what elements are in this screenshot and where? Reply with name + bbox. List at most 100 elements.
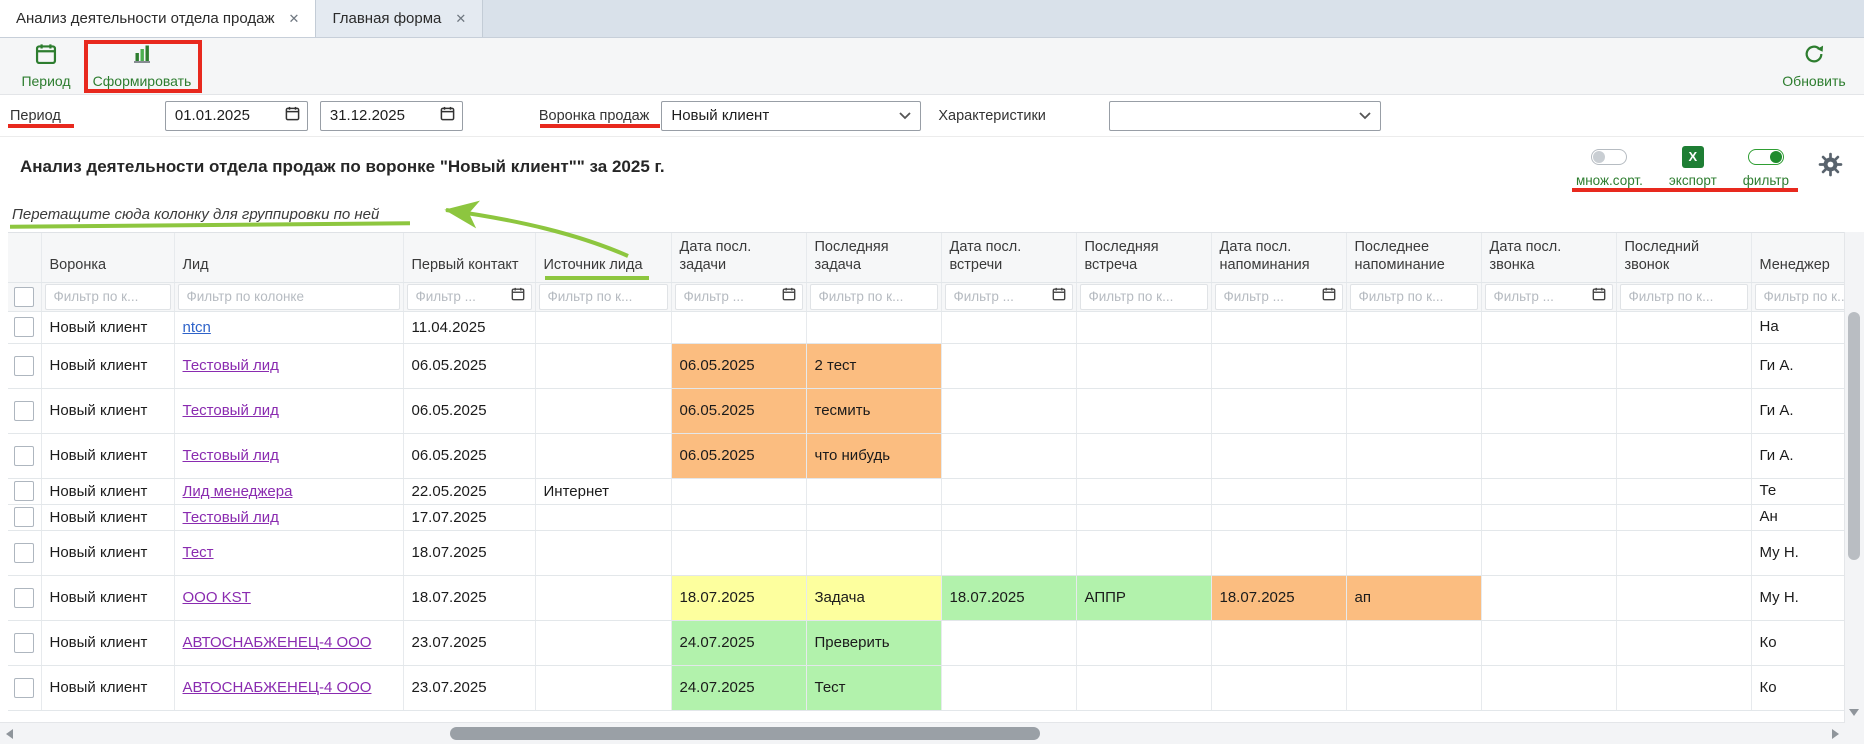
tab-main-form[interactable]: Главная форма ✕ (316, 0, 483, 37)
cell-manager[interactable]: Му Н. (1751, 530, 1845, 575)
cell-first-contact[interactable]: 17.07.2025 (403, 504, 535, 530)
cell-task[interactable]: Тест (806, 665, 941, 710)
cell-task-date[interactable]: 06.05.2025 (671, 433, 806, 478)
cell-funnel[interactable]: Новый клиент (41, 311, 174, 343)
lead-link[interactable]: ООО KST (183, 589, 251, 606)
horizontal-scrollbar-thumb[interactable] (450, 727, 1040, 740)
cell-first-contact[interactable]: 22.05.2025 (403, 478, 535, 504)
cell-first-contact[interactable]: 06.05.2025 (403, 343, 535, 388)
calendar-icon[interactable] (511, 287, 525, 306)
table-row[interactable]: Новый клиент Тестовый лид 06.05.2025 06.… (8, 388, 1845, 433)
header-meeting[interactable]: Последняя встреча (1076, 233, 1211, 282)
filter-call-date-input[interactable] (1492, 288, 1592, 305)
cell-task-date[interactable]: 24.07.2025 (671, 665, 806, 710)
select-all-checkbox[interactable] (14, 287, 34, 307)
row-checkbox[interactable] (14, 588, 34, 608)
cell-call-date[interactable] (1481, 343, 1616, 388)
table-row[interactable]: Новый клиент Тестовый лид 06.05.2025 06.… (8, 433, 1845, 478)
cell-reminder[interactable] (1346, 433, 1481, 478)
filter-reminder-date-input[interactable] (1222, 288, 1322, 305)
cell-reminder-date[interactable] (1211, 620, 1346, 665)
cell-reminder[interactable] (1346, 343, 1481, 388)
cell-manager[interactable]: Ги А. (1751, 388, 1845, 433)
date-from-input[interactable] (165, 101, 308, 131)
cell-first-contact[interactable]: 06.05.2025 (403, 433, 535, 478)
cell-call[interactable] (1616, 530, 1751, 575)
cell-call[interactable] (1616, 620, 1751, 665)
scroll-left-arrow-icon[interactable] (6, 729, 13, 739)
close-icon[interactable]: ✕ (455, 11, 466, 27)
cell-reminder-date[interactable] (1211, 504, 1346, 530)
cell-call[interactable] (1616, 575, 1751, 620)
cell-source[interactable] (535, 665, 671, 710)
cell-reminder-date[interactable] (1211, 665, 1346, 710)
row-checkbox[interactable] (14, 446, 34, 466)
cell-first-contact[interactable]: 23.07.2025 (403, 620, 535, 665)
filter-meeting-date-input[interactable] (952, 288, 1052, 305)
cell-reminder[interactable] (1346, 311, 1481, 343)
scroll-down-arrow-icon[interactable] (1849, 709, 1859, 716)
cell-task[interactable]: тесмить (806, 388, 941, 433)
cell-source[interactable] (535, 433, 671, 478)
cell-source[interactable] (535, 530, 671, 575)
cell-task[interactable]: что нибудь (806, 433, 941, 478)
calendar-icon[interactable] (782, 287, 796, 306)
cell-task-date[interactable]: 24.07.2025 (671, 620, 806, 665)
generate-button[interactable]: Сформировать (86, 41, 198, 91)
cell-meeting[interactable] (1076, 478, 1211, 504)
cell-funnel[interactable]: Новый клиент (41, 504, 174, 530)
cell-call[interactable] (1616, 388, 1751, 433)
cell-funnel[interactable]: Новый клиент (41, 433, 174, 478)
cell-source[interactable] (535, 575, 671, 620)
cell-meeting[interactable] (1076, 433, 1211, 478)
table-row[interactable]: Новый клиент Тестовый лид 06.05.2025 06.… (8, 343, 1845, 388)
tab-sales-analysis[interactable]: Анализ деятельности отдела продаж ✕ (0, 0, 316, 37)
cell-reminder-date[interactable] (1211, 478, 1346, 504)
lead-link[interactable]: Лид менеджера (183, 483, 293, 500)
cell-task[interactable] (806, 478, 941, 504)
cell-call-date[interactable] (1481, 530, 1616, 575)
row-checkbox[interactable] (14, 633, 34, 653)
cell-call[interactable] (1616, 311, 1751, 343)
row-checkbox[interactable] (14, 401, 34, 421)
cell-meeting[interactable] (1076, 311, 1211, 343)
row-checkbox[interactable] (14, 481, 34, 501)
cell-reminder-date[interactable]: 18.07.2025 (1211, 575, 1346, 620)
row-checkbox[interactable] (14, 317, 34, 337)
cell-funnel[interactable]: Новый клиент (41, 478, 174, 504)
cell-manager[interactable]: На (1751, 311, 1845, 343)
cell-manager[interactable]: Ан (1751, 504, 1845, 530)
cell-call-date[interactable] (1481, 478, 1616, 504)
cell-funnel[interactable]: Новый клиент (41, 343, 174, 388)
cell-task-date[interactable] (671, 530, 806, 575)
cell-funnel[interactable]: Новый клиент (41, 388, 174, 433)
cell-source[interactable]: Интернет (535, 478, 671, 504)
lead-link[interactable]: Тестовый лид (183, 509, 279, 526)
cell-task[interactable] (806, 504, 941, 530)
cell-manager[interactable]: Ги А. (1751, 343, 1845, 388)
cell-source[interactable] (535, 620, 671, 665)
cell-manager[interactable]: Ко (1751, 620, 1845, 665)
filter-reminder-input[interactable] (1357, 288, 1471, 305)
cell-source[interactable] (535, 343, 671, 388)
header-first-contact[interactable]: Первый контакт (403, 233, 535, 282)
header-source[interactable]: Источник лида (535, 233, 671, 282)
cell-reminder[interactable] (1346, 388, 1481, 433)
cell-meeting-date[interactable] (941, 504, 1076, 530)
row-checkbox[interactable] (14, 543, 34, 563)
cell-meeting-date[interactable] (941, 665, 1076, 710)
cell-meeting[interactable]: АППР (1076, 575, 1211, 620)
table-row[interactable]: Новый клиент ООО KST 18.07.2025 18.07.20… (8, 575, 1845, 620)
cell-call-date[interactable] (1481, 620, 1616, 665)
cell-first-contact[interactable]: 18.07.2025 (403, 575, 535, 620)
cell-reminder[interactable]: ап (1346, 575, 1481, 620)
header-funnel[interactable]: Воронка (41, 233, 174, 282)
cell-call[interactable] (1616, 478, 1751, 504)
cell-call[interactable] (1616, 504, 1751, 530)
cell-reminder[interactable] (1346, 530, 1481, 575)
excel-export-icon[interactable]: X (1682, 146, 1704, 168)
filter-lead-input[interactable] (185, 288, 393, 305)
header-call[interactable]: Последний звонок (1616, 233, 1751, 282)
header-manager[interactable]: Менеджер (1751, 233, 1845, 282)
cell-reminder-date[interactable] (1211, 311, 1346, 343)
